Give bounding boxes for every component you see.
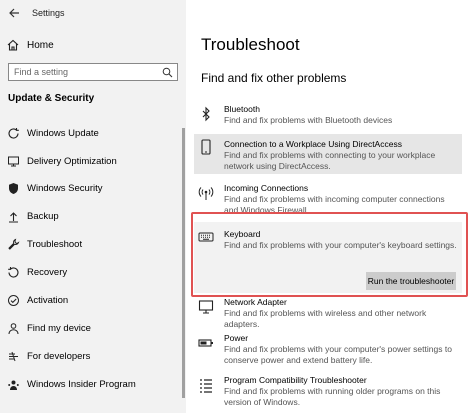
monitor-icon (198, 300, 214, 314)
search-input[interactable]: Find a setting (8, 63, 178, 81)
developer-icon (6, 349, 20, 363)
sidebar-item-activation[interactable]: Activation (0, 289, 186, 311)
sync-icon (6, 126, 20, 140)
item-name: Incoming Connections (224, 183, 309, 193)
title-bar: Settings (0, 0, 186, 26)
item-name: Power (224, 333, 249, 343)
sidebar-item-troubleshoot[interactable]: Troubleshoot (0, 233, 186, 255)
search-icon[interactable] (162, 67, 173, 78)
list-icon (200, 379, 212, 393)
sidebar-item-backup[interactable]: Backup (0, 205, 186, 227)
item-description: Find and fix problems with Bluetooth dev… (224, 115, 393, 125)
search-placeholder: Find a setting (14, 67, 69, 77)
sidebar-item-label: Delivery Optimization (27, 155, 117, 167)
antenna-icon (198, 187, 214, 200)
sidebar-item-label: Activation (27, 294, 69, 306)
home-icon (7, 39, 19, 51)
delivery-icon (6, 154, 20, 168)
window-title: Settings (32, 8, 65, 18)
main-pane: Troubleshoot Find and fix other problems… (186, 0, 474, 413)
sidebar-item-label: Find my device (27, 322, 91, 334)
sidebar-item-windows-insider-program[interactable]: Windows Insider Program (0, 373, 186, 395)
item-name: Bluetooth (224, 104, 260, 114)
activation-icon (6, 293, 20, 307)
phone-icon (201, 139, 211, 155)
item-description: Find and fix problems with running older… (224, 386, 441, 407)
sidebar-item-recovery[interactable]: Recovery (0, 261, 186, 283)
home-nav-item[interactable]: Home (0, 34, 186, 56)
section-title: Update & Security (8, 93, 95, 104)
sidebar-scrollbar[interactable] (182, 128, 185, 398)
item-description: Find and fix problems with wireless and … (224, 308, 427, 329)
back-arrow-icon (9, 8, 19, 18)
sidebar-item-for-developers[interactable]: For developers (0, 345, 186, 367)
troubleshooter-item-directaccess[interactable]: Connection to a Workplace Using DirectAc… (194, 134, 462, 174)
wrench-icon (6, 237, 20, 251)
sidebar-item-label: Windows Insider Program (27, 378, 136, 390)
sidebar-item-windows-update[interactable]: Windows Update (0, 122, 186, 144)
sidebar-item-label: Windows Update (27, 127, 99, 139)
battery-icon (198, 339, 213, 347)
sidebar-item-label: Troubleshoot (27, 238, 83, 250)
item-description: Find and fix problems with your computer… (224, 344, 452, 365)
item-name: Connection to a Workplace Using DirectAc… (224, 139, 402, 149)
troubleshooter-item-network-adapter[interactable]: Network Adapter Find and fix problems wi… (194, 297, 462, 329)
insider-icon (6, 377, 20, 391)
sidebar-item-label: Backup (27, 210, 59, 222)
troubleshooter-item-power[interactable]: Power Find and fix problems with your co… (194, 333, 462, 369)
home-label: Home (27, 39, 54, 51)
item-description: Find and fix problems with incoming comp… (224, 194, 445, 213)
sidebar-item-find-my-device[interactable]: Find my device (0, 317, 186, 339)
item-name: Program Compatibility Troubleshooter (224, 375, 367, 385)
back-button[interactable] (0, 0, 28, 26)
troubleshooter-item-incoming-connections[interactable]: Incoming Connections Find and fix proble… (194, 183, 462, 213)
shield-icon (6, 181, 20, 195)
troubleshooter-item-program-compatibility[interactable]: Program Compatibility Troubleshooter Fin… (194, 375, 462, 411)
item-name: Network Adapter (224, 297, 287, 307)
person-locate-icon (6, 321, 20, 335)
sidebar-item-label: Windows Security (27, 182, 103, 194)
sidebar-item-delivery-optimization[interactable]: Delivery Optimization (0, 150, 186, 172)
sidebar-item-label: Recovery (27, 266, 68, 278)
bluetooth-icon (202, 106, 210, 122)
troubleshooter-item-bluetooth[interactable]: Bluetooth Find and fix problems with Blu… (194, 104, 462, 132)
highlight-annotation (191, 212, 468, 297)
recovery-icon (6, 265, 20, 279)
item-description: Find and fix problems with connecting to… (224, 150, 436, 171)
sidebar-item-label: For developers (27, 350, 91, 362)
sidebar: Settings Home Find a setting Update & Se… (0, 0, 186, 413)
backup-icon (6, 209, 20, 223)
page-title: Troubleshoot (201, 35, 300, 54)
section-heading: Find and fix other problems (201, 71, 347, 85)
sidebar-item-windows-security[interactable]: Windows Security (0, 177, 186, 199)
